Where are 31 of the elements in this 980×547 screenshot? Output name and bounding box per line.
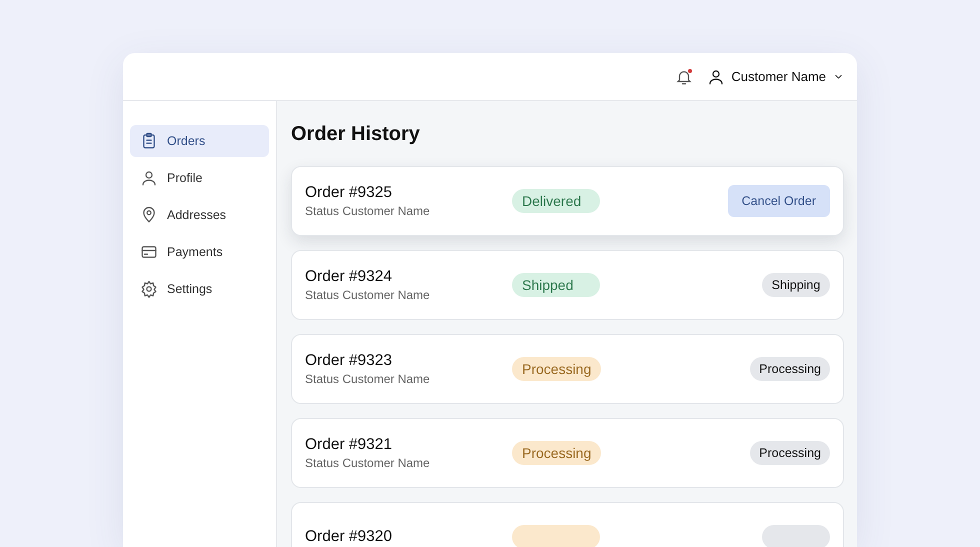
order-title: Order #9323 [305, 352, 394, 370]
order-subtitle: Status Customer Name [305, 288, 431, 302]
user-menu[interactable]: Customer Name [707, 68, 845, 86]
status-badge: Processing [512, 441, 602, 465]
sidebar-item[interactable]: Profile [130, 162, 269, 194]
order-title: Order #9324 [305, 268, 394, 286]
order-subtitle: Status Customer Name [305, 372, 431, 386]
location-pin-icon [140, 206, 158, 224]
sidebar-item[interactable]: Settings [130, 273, 269, 305]
sidebar-item[interactable]: Addresses [130, 199, 269, 231]
status-badge: Processing [512, 357, 602, 381]
credit-card-icon [140, 243, 158, 261]
page-title: Order History [291, 123, 421, 146]
status-button[interactable]: Processing [750, 441, 830, 465]
settings-icon [140, 280, 158, 298]
person-icon [707, 68, 726, 86]
status-button[interactable]: Shipping [762, 273, 830, 297]
order-title: Order #9325 [305, 184, 394, 202]
sidebar-item[interactable]: Payments [130, 236, 269, 268]
sidebar-item[interactable]: Orders [130, 125, 269, 157]
status-badge: Shipped [512, 273, 600, 297]
order-subtitle: Status Customer Name [305, 204, 431, 218]
order-subtitle: Status Customer Name [305, 456, 431, 470]
status-button[interactable]: Processing [750, 357, 830, 381]
clipboard-icon [140, 132, 158, 150]
notification-bell-icon[interactable] [675, 68, 694, 86]
person-icon [140, 169, 158, 187]
status-badge: Delivered [512, 189, 600, 213]
cancel-order-button[interactable]: Cancel Order [728, 185, 830, 217]
order-title: Order #9320 [305, 528, 394, 546]
order-title: Order #9321 [305, 436, 394, 454]
